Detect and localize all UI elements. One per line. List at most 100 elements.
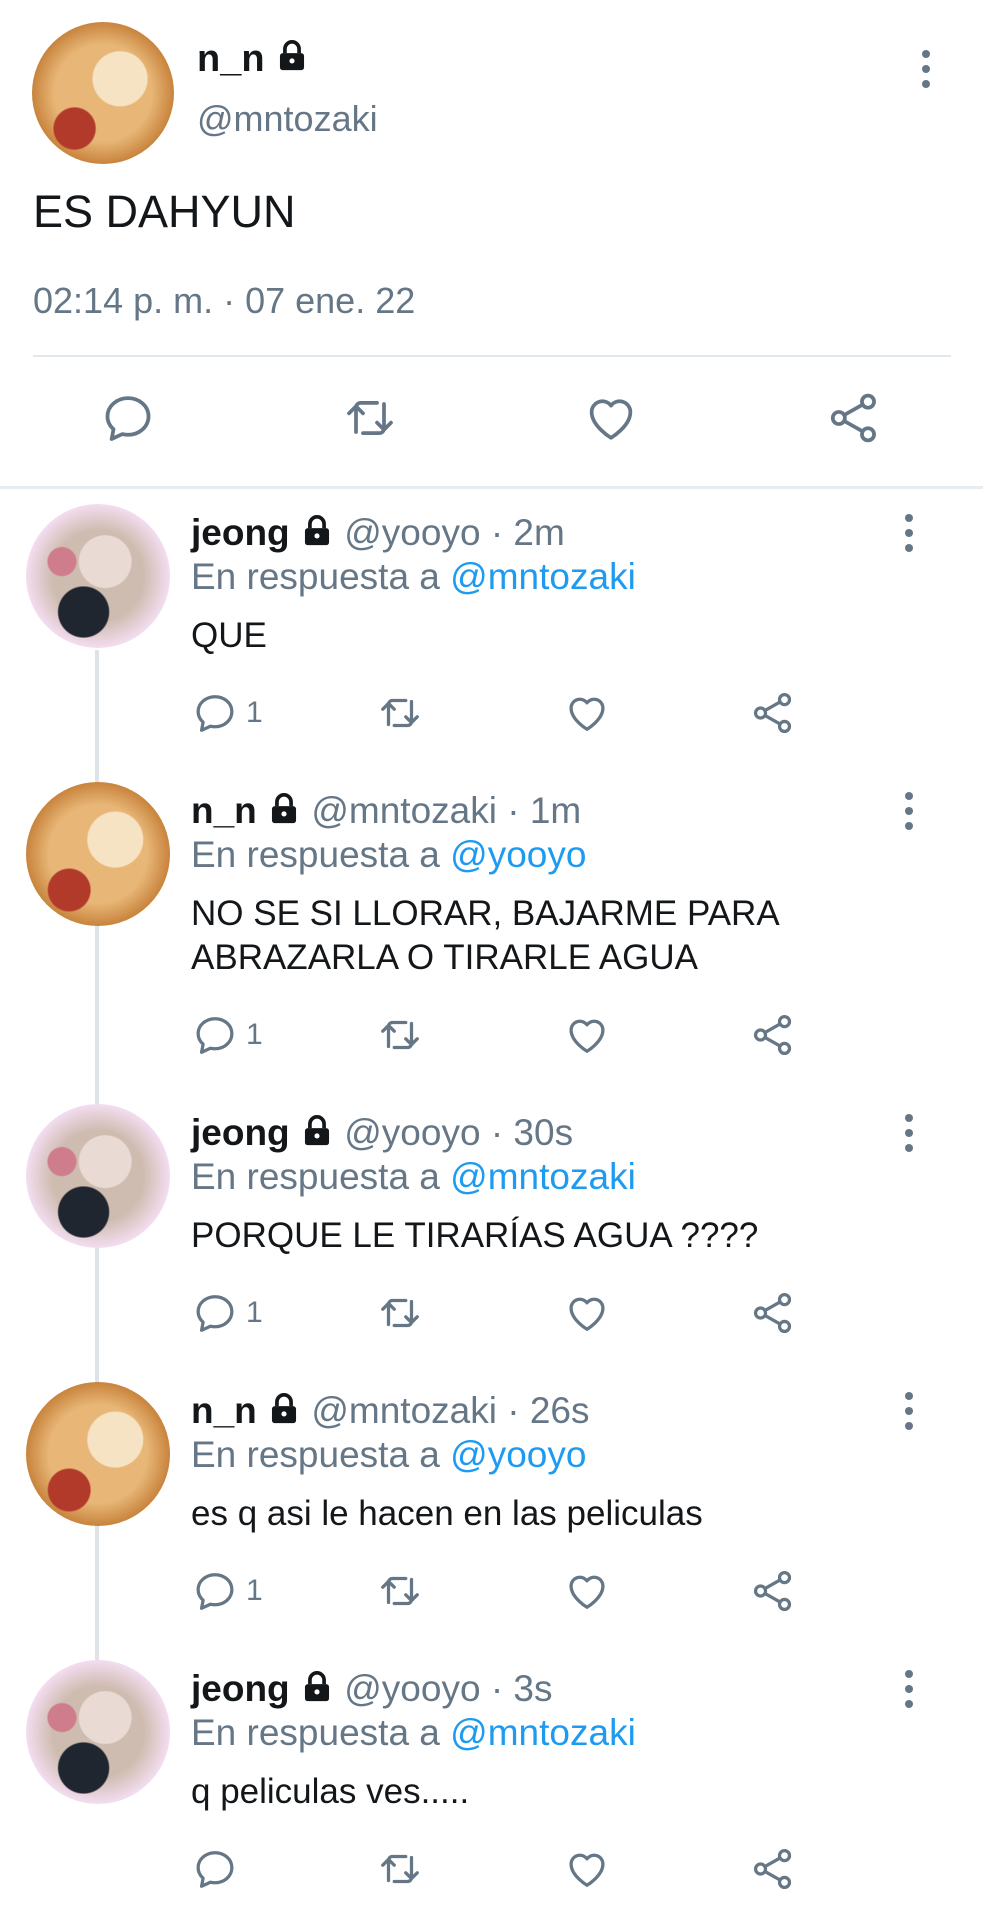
lock-icon: [275, 39, 309, 83]
reply-count: 1: [246, 1018, 263, 1051]
avatar[interactable]: [26, 782, 170, 926]
reply-button[interactable]: 1: [192, 1568, 263, 1614]
retweet-icon[interactable]: [375, 1012, 425, 1058]
like-icon[interactable]: [563, 690, 611, 736]
avatar[interactable]: [26, 1660, 170, 1804]
more-options-icon[interactable]: [903, 792, 915, 830]
reply-text: q peliculas ves.....: [191, 1772, 470, 1811]
share-icon[interactable]: [750, 690, 796, 736]
reply-button[interactable]: [192, 1846, 246, 1892]
handle[interactable]: @yooyo: [344, 1112, 480, 1153]
reply-actions: [0, 1846, 983, 1896]
like-icon[interactable]: [563, 1290, 611, 1336]
in-reply-to: En respuesta a @yooyo: [191, 834, 586, 876]
relative-time: 2m: [513, 512, 565, 553]
reply-button[interactable]: 1: [192, 1012, 263, 1058]
dot-separator: ·: [490, 512, 504, 553]
dot-separator: ·: [507, 790, 520, 831]
in-reply-prefix: En respuesta a: [191, 834, 440, 875]
author-handle[interactable]: @mntozaki: [197, 98, 378, 140]
avatar[interactable]: [26, 504, 170, 648]
reply-header: jeong @yooyo · 3s: [191, 1668, 553, 1713]
more-options-icon[interactable]: [903, 514, 915, 552]
avatar[interactable]: [26, 1104, 170, 1248]
more-options-icon[interactable]: [903, 1670, 915, 1708]
handle[interactable]: @yooyo: [344, 1668, 480, 1709]
share-icon[interactable]: [750, 1012, 796, 1058]
display-name[interactable]: jeong: [191, 1112, 290, 1153]
lock-icon: [267, 792, 301, 835]
in-reply-prefix: En respuesta a: [191, 1156, 440, 1197]
share-icon[interactable]: [750, 1568, 796, 1614]
share-icon[interactable]: [750, 1846, 796, 1892]
mention-link[interactable]: @yooyo: [450, 1434, 586, 1475]
like-icon[interactable]: [582, 390, 640, 451]
in-reply-to: En respuesta a @yooyo: [191, 1434, 586, 1476]
like-icon[interactable]: [563, 1846, 611, 1892]
reply-text: QUE: [191, 616, 267, 655]
relative-time: 30s: [513, 1112, 574, 1153]
reply-button[interactable]: 1: [192, 1290, 263, 1336]
reply-actions: 1: [0, 1290, 983, 1340]
display-name[interactable]: n_n: [191, 1390, 257, 1431]
reply-text: NO SE SI LLORAR, BAJARME PARA ABRAZARLA …: [191, 894, 780, 977]
section-divider: [0, 486, 983, 489]
reply-header: jeong @yooyo · 2m: [191, 512, 565, 557]
reply-header: n_n @mntozaki · 26s: [191, 1390, 590, 1435]
avatar[interactable]: [26, 1382, 170, 1526]
in-reply-prefix: En respuesta a: [191, 556, 440, 597]
retweet-icon[interactable]: [375, 1290, 425, 1336]
reply-icon[interactable]: [100, 390, 156, 451]
reply-header: jeong @yooyo · 30s: [191, 1112, 573, 1157]
divider: [33, 355, 951, 357]
in-reply-prefix: En respuesta a: [191, 1712, 440, 1753]
share-icon[interactable]: [826, 390, 882, 451]
handle[interactable]: @mntozaki: [311, 790, 497, 831]
in-reply-to: En respuesta a @mntozaki: [191, 556, 636, 598]
relative-time: 1m: [529, 790, 582, 831]
like-icon[interactable]: [563, 1568, 611, 1614]
mention-link[interactable]: @yooyo: [450, 834, 586, 875]
display-name[interactable]: n_n: [191, 790, 257, 831]
more-options-icon[interactable]: [903, 1392, 915, 1430]
more-options-icon[interactable]: [920, 50, 932, 88]
reply-count: 1: [246, 1574, 263, 1607]
relative-time: 26s: [529, 1390, 590, 1431]
retweet-icon[interactable]: [340, 390, 400, 451]
retweet-icon[interactable]: [375, 1846, 425, 1892]
reply-button[interactable]: 1: [192, 690, 263, 736]
dot-separator: ·: [507, 1390, 520, 1431]
author-name[interactable]: n_n: [197, 38, 309, 83]
retweet-icon[interactable]: [375, 1568, 425, 1614]
dot-separator: ·: [490, 1112, 504, 1153]
lock-icon: [300, 514, 334, 557]
reply-text: PORQUE LE TIRARÍAS AGUA ????: [191, 1216, 759, 1255]
relative-time: 3s: [513, 1668, 553, 1709]
handle[interactable]: @yooyo: [344, 512, 480, 553]
reply-count: 1: [246, 696, 263, 729]
dot-separator: ·: [490, 1668, 504, 1709]
share-icon[interactable]: [750, 1290, 796, 1336]
avatar[interactable]: [32, 22, 174, 164]
in-reply-to: En respuesta a @mntozaki: [191, 1156, 636, 1198]
lock-icon: [300, 1114, 334, 1157]
lock-icon: [267, 1392, 301, 1435]
display-name: n_n: [197, 38, 265, 80]
reply-actions: 1: [0, 1012, 983, 1062]
mention-link[interactable]: @mntozaki: [450, 556, 636, 597]
like-icon[interactable]: [563, 1012, 611, 1058]
handle[interactable]: @mntozaki: [311, 1390, 497, 1431]
reply-actions: 1: [0, 690, 983, 740]
tweet-timestamp[interactable]: 02:14 p. m. · 07 ene. 22: [33, 280, 415, 322]
mention-link[interactable]: @mntozaki: [450, 1712, 636, 1753]
tweet-actions: [0, 390, 983, 450]
display-name[interactable]: jeong: [191, 512, 290, 553]
tweet-text: ES DAHYUN: [33, 186, 296, 237]
more-options-icon[interactable]: [903, 1114, 915, 1152]
reply-count: 1: [246, 1296, 263, 1329]
display-name[interactable]: jeong: [191, 1668, 290, 1709]
in-reply-to: En respuesta a @mntozaki: [191, 1712, 636, 1754]
reply-actions: 1: [0, 1568, 983, 1618]
mention-link[interactable]: @mntozaki: [450, 1156, 636, 1197]
retweet-icon[interactable]: [375, 690, 425, 736]
